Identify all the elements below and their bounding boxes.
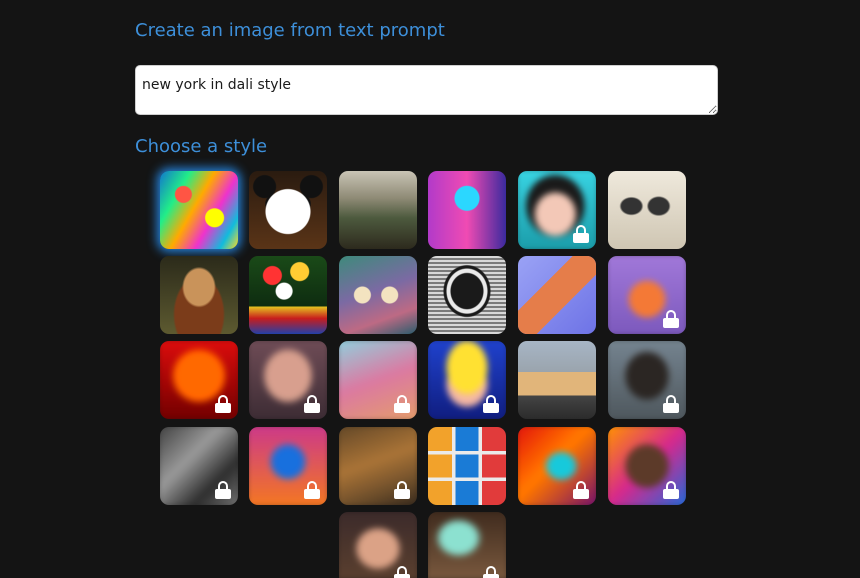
lock-icon: [394, 395, 410, 413]
lock-icon: [483, 566, 499, 578]
lock-icon: [304, 395, 320, 413]
style-thumbnail: [518, 256, 596, 334]
style-tile-icon-grid[interactable]: [428, 427, 506, 505]
style-thumbnail: [428, 427, 506, 505]
style-tile-colorful-face[interactable]: [608, 427, 686, 505]
style-tile-oil-painting[interactable]: [339, 427, 417, 505]
lock-icon: [215, 481, 231, 499]
style-tile-sculpture[interactable]: [608, 341, 686, 419]
style-thumbnail: [160, 256, 238, 334]
style-thumbnail: [608, 171, 686, 249]
style-grid: [0, 0, 860, 578]
style-tile-flowers[interactable]: [249, 256, 327, 334]
style-tile-fantasy-portrait[interactable]: [339, 512, 417, 578]
lock-icon: [663, 395, 679, 413]
lock-icon: [394, 481, 410, 499]
style-tile-renaissance[interactable]: [160, 256, 238, 334]
style-thumbnail: [428, 256, 506, 334]
style-tile-neon-figure[interactable]: [249, 427, 327, 505]
style-thumbnail: [160, 171, 238, 249]
style-thumbnail: [339, 171, 417, 249]
lock-icon: [663, 481, 679, 499]
style-tile-psychedelic[interactable]: [518, 427, 596, 505]
style-tile-gray-texture[interactable]: [160, 427, 238, 505]
lock-icon: [394, 566, 410, 578]
style-thumbnail: [249, 171, 327, 249]
lock-icon: [483, 395, 499, 413]
style-tile-anime-portrait[interactable]: [518, 171, 596, 249]
lock-icon: [573, 225, 589, 243]
style-tile-architecture[interactable]: [518, 341, 596, 419]
lock-icon: [573, 481, 589, 499]
lock-icon: [663, 310, 679, 328]
style-tile-pastel[interactable]: [339, 341, 417, 419]
style-tile-nature[interactable]: [428, 512, 506, 578]
style-tile-isometric[interactable]: [518, 256, 596, 334]
style-tile-pop-art[interactable]: [428, 341, 506, 419]
style-tile-ballet[interactable]: [339, 256, 417, 334]
style-tile-landscape-painting[interactable]: [339, 171, 417, 249]
style-thumbnail: [339, 256, 417, 334]
style-tile-engraving[interactable]: [608, 171, 686, 249]
style-tile-robot[interactable]: [428, 171, 506, 249]
style-tile-panda[interactable]: [249, 171, 327, 249]
style-tile-abstract[interactable]: [160, 171, 238, 249]
style-thumbnail: [428, 171, 506, 249]
lock-icon: [304, 481, 320, 499]
style-thumbnail: [249, 256, 327, 334]
style-tile-thermal[interactable]: [160, 341, 238, 419]
style-tile-portrait[interactable]: [249, 341, 327, 419]
style-thumbnail: [518, 341, 596, 419]
lock-icon: [215, 395, 231, 413]
style-tile-pencil-sketch[interactable]: [428, 256, 506, 334]
style-tile-fox[interactable]: [608, 256, 686, 334]
